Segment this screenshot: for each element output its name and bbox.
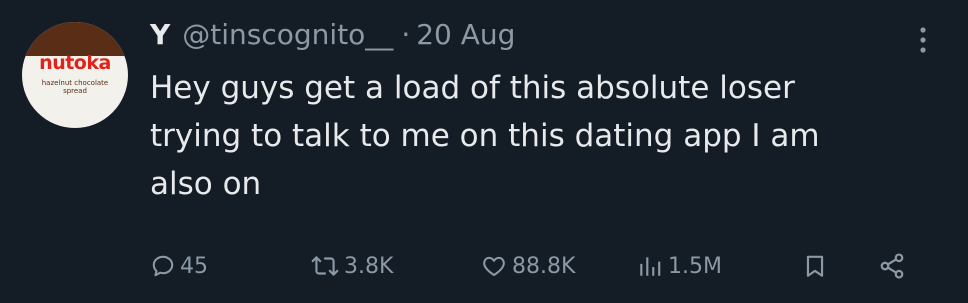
avatar-subtitle-line2: spread xyxy=(63,87,87,95)
avatar-subtitle-line1: hazelnut chocolate xyxy=(41,79,109,87)
tweet-header: Y @tinscognito__ · 20 Aug xyxy=(150,18,515,58)
avatar-jar-lid xyxy=(22,22,128,56)
avatar[interactable]: nutoka hazelnut chocolate spread xyxy=(22,22,128,128)
like-button[interactable]: 88.8K xyxy=(480,246,575,286)
reply-count: 45 xyxy=(180,253,208,279)
tweet-date[interactable]: 20 Aug xyxy=(416,18,515,51)
display-name[interactable]: Y xyxy=(150,18,170,51)
tweet-text: Hey guys get a load of this absolute los… xyxy=(150,70,820,202)
reply-icon xyxy=(152,255,174,277)
like-count: 88.8K xyxy=(512,253,576,279)
user-handle[interactable]: @tinscognito__ xyxy=(182,18,393,51)
heart-icon xyxy=(483,256,505,277)
avatar-subtitle: hazelnut chocolate spread xyxy=(22,79,128,95)
retweet-icon xyxy=(311,256,339,276)
header-separator: · xyxy=(401,18,411,51)
share-icon xyxy=(880,253,904,279)
bookmark-icon xyxy=(806,255,824,277)
more-options-button[interactable] xyxy=(912,22,934,58)
bookmark-button[interactable] xyxy=(802,246,828,286)
retweet-button[interactable]: 3.8K xyxy=(310,246,393,286)
more-vertical-icon xyxy=(920,27,926,53)
views-icon xyxy=(640,257,661,276)
tweet-actions: 45 3.8K 88.8K 1.5M xyxy=(150,246,930,286)
views-button[interactable]: 1.5M xyxy=(636,246,722,286)
views-count: 1.5M xyxy=(668,253,722,279)
avatar-brand-text: nutoka xyxy=(39,52,111,74)
share-button[interactable] xyxy=(878,246,906,286)
tweet-card: nutoka hazelnut chocolate spread Y @tins… xyxy=(0,0,968,303)
reply-button[interactable]: 45 xyxy=(150,246,208,286)
retweet-count: 3.8K xyxy=(344,253,394,279)
